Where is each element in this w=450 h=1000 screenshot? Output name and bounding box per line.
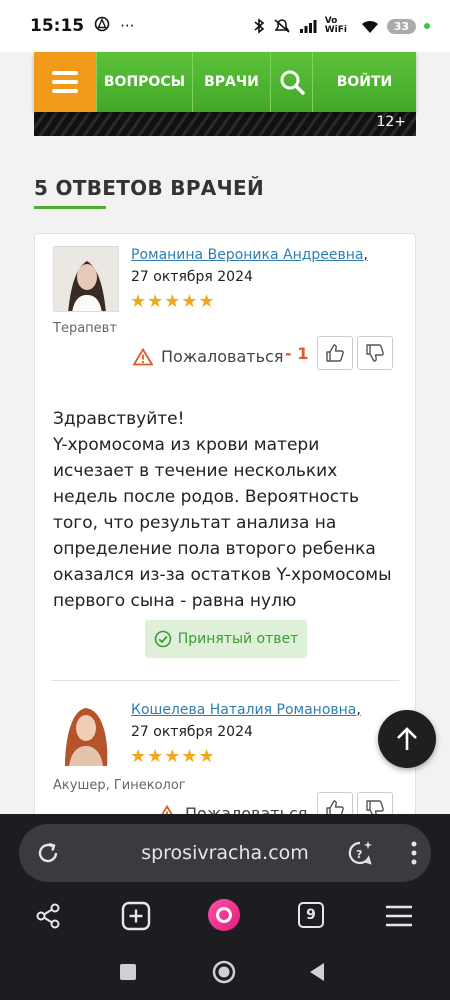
answer-divider	[51, 680, 399, 681]
like-button[interactable]	[317, 792, 353, 814]
recent-apps-button[interactable]	[119, 963, 137, 985]
new-tab-button[interactable]	[121, 901, 151, 931]
report-label: Пожаловаться	[185, 804, 308, 814]
system-navigation-bar	[0, 952, 450, 1000]
answer-greeting: Здравствуйте!	[53, 409, 185, 429]
warning-icon	[133, 347, 153, 365]
report-button[interactable]: Пожаловаться	[133, 347, 283, 366]
answers-heading: 5 ОТВЕТОВ ВРАЧЕЙ	[34, 176, 265, 200]
vowifi-label: Vo WiFi	[324, 16, 347, 35]
square-icon	[120, 964, 136, 980]
address-bar[interactable]: sprosivracha.com ?	[19, 824, 431, 882]
status-time: 15:15	[30, 16, 85, 36]
tabs-button[interactable]: 9	[298, 902, 324, 928]
alice-assistant-button[interactable]	[207, 898, 241, 932]
search-icon	[280, 70, 305, 95]
answer-date: 27 октября 2024	[131, 724, 253, 740]
share-icon	[36, 903, 60, 929]
nav-login[interactable]: ВОЙТИ	[312, 52, 416, 112]
menu-icon-bar	[52, 71, 78, 75]
reload-button[interactable]	[35, 840, 61, 870]
browser-menu-button[interactable]	[385, 905, 413, 927]
thumbs-down-icon	[366, 344, 384, 362]
rating-stars: ★★★★★	[130, 746, 216, 767]
scroll-to-top-button[interactable]	[378, 710, 436, 768]
status-right: Vo WiFi 33	[253, 17, 430, 35]
report-button[interactable]: Пожаловаться	[157, 804, 307, 814]
accepted-answer-badge: Принятый ответ	[145, 620, 307, 658]
ai-chat-icon: ?	[348, 841, 372, 865]
thumbs-up-icon	[326, 344, 344, 362]
svg-text:?: ?	[356, 848, 362, 861]
signal-icon	[299, 20, 317, 33]
answer-score: - 1	[285, 344, 309, 363]
more-notifications-icon: ···	[120, 17, 135, 35]
doctor-avatar[interactable]	[53, 246, 119, 312]
home-circle-icon	[212, 960, 236, 984]
thumbs-up-icon	[326, 800, 344, 814]
answer-body: Y-хромосома из крови матери исчезает в т…	[53, 435, 392, 611]
warning-icon	[161, 804, 173, 814]
reload-icon	[38, 842, 58, 863]
back-button[interactable]	[308, 962, 326, 986]
back-triangle-icon	[310, 963, 324, 981]
age-rating: 12+	[376, 114, 406, 130]
doctor-name-link[interactable]: Романина Вероника Андреевна,	[131, 247, 368, 263]
battery-badge: 33	[386, 18, 416, 34]
answers-card: Романина Вероника Андреевна, 27 октября …	[34, 233, 416, 814]
menu-button[interactable]	[34, 52, 96, 112]
mute-icon	[274, 19, 290, 33]
doctor-avatar[interactable]	[53, 700, 119, 766]
home-button[interactable]	[212, 960, 236, 988]
accepted-label: Принятый ответ	[177, 631, 299, 647]
more-vertical-icon	[411, 841, 417, 865]
more-menu-button[interactable]	[411, 841, 417, 869]
thumbs-down-icon	[366, 800, 384, 814]
nav-questions[interactable]: ВОПРОСЫ	[96, 52, 192, 112]
share-button[interactable]	[34, 902, 62, 930]
answer-text: Здравствуйте! Y-хромосома из крови матер…	[53, 406, 403, 614]
tab-count: 9	[298, 902, 324, 928]
like-button[interactable]	[317, 336, 353, 370]
doctor-name-link[interactable]: Кошелева Наталия Романовна,	[131, 702, 361, 718]
report-label: Пожаловаться	[161, 347, 284, 366]
hamburger-icon	[386, 905, 412, 927]
menu-icon-bar	[52, 89, 78, 93]
site-navbar: ВОПРОСЫ ВРАЧИ ВОЙТИ	[34, 52, 416, 112]
browser-bottom-bar: sprosivracha.com ? 9	[0, 814, 450, 952]
check-circle-icon	[154, 630, 172, 648]
rating-stars: ★★★★★	[130, 291, 216, 312]
alert-icon	[94, 16, 110, 36]
menu-icon-bar	[52, 80, 78, 84]
arrow-up-icon	[397, 727, 417, 750]
status-bar: 15:15 ··· Vo WiFi 33	[0, 0, 450, 52]
heading-underline	[34, 206, 106, 209]
web-page: 12+ ВОПРОСЫ ВРАЧИ ВОЙТИ 5 ОТВЕТОВ ВРАЧЕЙ…	[0, 52, 450, 814]
doctor-specialty: Терапевт	[53, 321, 117, 336]
browser-toolbar: 9	[0, 898, 450, 948]
dislike-button[interactable]	[357, 792, 393, 814]
nav-doctors[interactable]: ВРАЧИ	[192, 52, 270, 112]
answer-date: 27 октября 2024	[131, 269, 253, 285]
doctor-specialty: Акушер, Гинеколог	[53, 778, 186, 793]
wifi-icon	[361, 20, 378, 33]
ai-assistant-button[interactable]: ?	[346, 839, 374, 871]
active-dot	[424, 23, 430, 29]
plus-square-icon	[121, 901, 151, 931]
search-button[interactable]	[270, 52, 312, 112]
alice-icon	[208, 899, 240, 931]
bluetooth-icon	[254, 18, 264, 34]
dislike-button[interactable]	[357, 336, 393, 370]
